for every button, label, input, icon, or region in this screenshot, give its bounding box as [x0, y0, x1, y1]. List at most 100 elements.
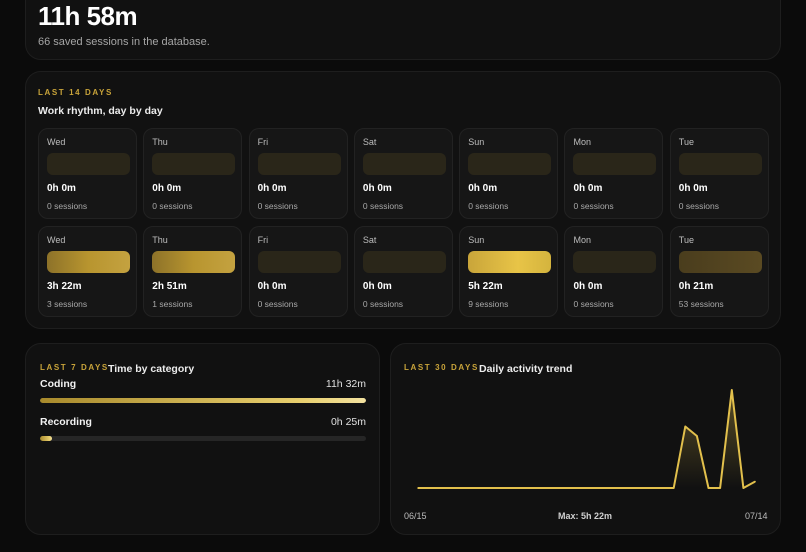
day-cell: Mon 0h 0m 0 sessions: [564, 226, 664, 317]
day-name: Sat: [362, 235, 377, 245]
category-kicker: LAST 7 DAYS: [40, 363, 109, 372]
day-sessions: 0 sessions: [573, 299, 614, 309]
trend-point-06/26: [545, 487, 547, 489]
day-sessions: 0 sessions: [257, 299, 298, 309]
rhythm-kicker: LAST 14 DAYS: [38, 88, 113, 97]
day-activity-bar: [47, 153, 130, 175]
trend-point-07/12: [731, 389, 733, 391]
category-progress-fill: [40, 436, 52, 441]
trend-point-07/08: [684, 425, 687, 428]
category-card: LAST 7 DAYS Time by category Coding 11h …: [25, 343, 380, 535]
day-time: 5h 22m: [468, 281, 503, 292]
trend-line: [418, 389, 756, 489]
day-activity-bar: [573, 251, 657, 273]
day-name: Mon: [573, 235, 591, 245]
day-sessions: 0 sessions: [47, 201, 88, 211]
day-name: Sun: [468, 137, 485, 147]
day-activity-bar: [257, 153, 341, 175]
day-sessions: 0 sessions: [573, 201, 614, 211]
trend-point-07/11: [719, 487, 721, 489]
category-name: Recording: [40, 416, 92, 428]
day-cell: Fri 0h 0m 0 sessions: [248, 226, 348, 317]
trend-point-07/01: [603, 487, 605, 489]
day-name: Sat: [362, 137, 377, 147]
summary-card: 11h 58m 66 saved sessions in the databas…: [25, 0, 781, 60]
day-time: 0h 0m: [362, 281, 392, 292]
category-row-recording: Recording 0h 25m: [40, 416, 366, 441]
day-cell: Wed 3h 22m 3 sessions: [38, 226, 137, 317]
day-activity-bar: [468, 251, 552, 273]
day-time: 0h 0m: [362, 183, 392, 194]
trend-point-06/20: [475, 487, 477, 489]
trend-chart: [417, 389, 756, 489]
trend-point-07/02: [614, 487, 617, 489]
day-activity-bar: [152, 153, 236, 175]
day-cell: Wed 0h 0m 0 sessions: [38, 128, 137, 219]
trend-point-06/25: [533, 487, 535, 489]
category-row-coding: Coding 11h 32m: [40, 378, 366, 403]
day-activity-bar: [362, 153, 446, 175]
day-activity-bar: [678, 251, 762, 273]
day-name: Wed: [47, 235, 66, 245]
trend-point-07/04: [638, 487, 640, 489]
category-progress-track: [40, 398, 366, 403]
trend-point-06/24: [521, 487, 524, 489]
day-activity-bar: [678, 153, 762, 175]
day-cell: Sun 0h 0m 0 sessions: [459, 128, 559, 219]
day-activity-bar: [468, 153, 552, 175]
day-time: 0h 0m: [678, 183, 708, 194]
category-title: Time by category: [108, 363, 195, 375]
trend-end-label: 07/14: [745, 511, 768, 521]
day-cell: Fri 0h 0m 0 sessions: [248, 128, 348, 219]
trend-point-07/07: [672, 487, 675, 489]
day-sessions: 1 sessions: [152, 299, 193, 309]
day-cell: Thu 2h 51m 1 sessions: [143, 226, 243, 317]
day-sessions: 0 sessions: [152, 201, 193, 211]
day-cell: Sun 5h 22m 9 sessions: [459, 226, 559, 317]
day-name: Fri: [257, 235, 269, 245]
trend-point-06/19: [463, 487, 466, 489]
trend-point-06/21: [486, 487, 489, 489]
day-cell: Tue 0h 21m 53 sessions: [669, 226, 769, 317]
day-sessions: 3 sessions: [47, 299, 88, 309]
day-sessions: 0 sessions: [362, 299, 404, 309]
day-name: Wed: [47, 137, 66, 147]
category-progress-track: [40, 436, 366, 441]
day-cell: Mon 0h 0m 0 sessions: [564, 128, 664, 219]
day-activity-bar: [573, 153, 657, 175]
day-time: 0h 0m: [257, 183, 287, 194]
trend-point-07/05: [649, 487, 652, 489]
day-name: Mon: [573, 137, 591, 147]
day-grid: Wed 0h 0m 0 sessions Thu 0h 0m 0 sessions Fri 0…: [38, 128, 769, 317]
day-time: 0h 0m: [257, 281, 287, 292]
day-time: 0h 21m: [678, 281, 714, 292]
day-name: Thu: [152, 235, 168, 245]
day-cell: Sat 0h 0m 0 sessions: [353, 128, 453, 219]
day-sessions: 53 sessions: [678, 299, 724, 309]
trend-point-06/15: [417, 487, 419, 489]
trend-point-06/28: [568, 487, 570, 489]
trend-point-06/17: [440, 487, 442, 489]
day-name: Tue: [678, 235, 694, 245]
trend-point-07/13: [742, 487, 745, 489]
day-activity-bar: [152, 251, 236, 273]
work-rhythm-card: LAST 14 DAYS Work rhythm, day by day Wed…: [25, 71, 781, 329]
day-time: 0h 0m: [573, 183, 603, 194]
day-sessions: 0 sessions: [362, 201, 404, 211]
day-sessions: 0 sessions: [678, 201, 719, 211]
category-time: 11h 32m: [325, 378, 366, 390]
day-name: Tue: [678, 137, 694, 147]
day-cell: Thu 0h 0m 0 sessions: [143, 128, 243, 219]
day-time: 0h 0m: [468, 183, 498, 194]
day-time: 2h 51m: [152, 281, 187, 292]
day-name: Sun: [468, 235, 485, 245]
day-time: 0h 0m: [47, 183, 76, 194]
day-sessions: 9 sessions: [468, 299, 509, 309]
trend-point-07/03: [626, 487, 628, 489]
day-activity-bar: [47, 251, 130, 273]
trend-point-07/10: [707, 487, 710, 489]
day-name: Fri: [257, 137, 269, 147]
total-time: 11h 58m: [38, 1, 138, 31]
day-cell: Sat 0h 0m 0 sessions: [353, 226, 453, 317]
trend-point-06/29: [579, 487, 582, 489]
